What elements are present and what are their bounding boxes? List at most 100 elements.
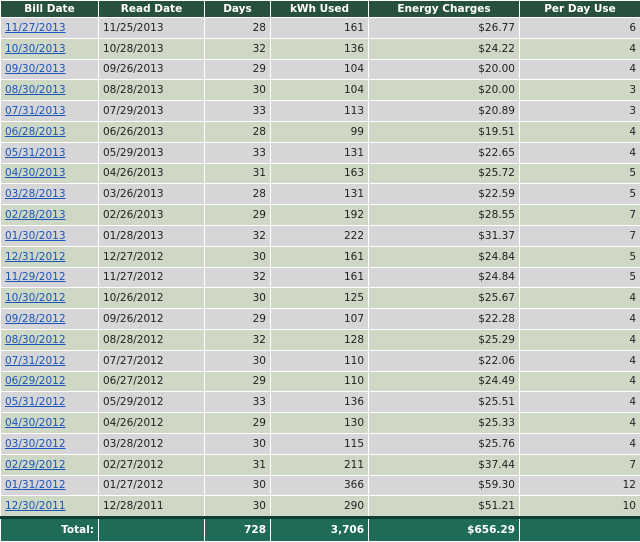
table-row: 01/30/201301/28/201332222$31.377 xyxy=(1,225,640,246)
bill-date-link[interactable]: 02/29/2012 xyxy=(5,459,66,471)
days-cell: 30 xyxy=(205,246,271,267)
kwh-cell: 115 xyxy=(271,433,369,454)
read-date-cell: 12/27/2012 xyxy=(99,246,205,267)
header-days: Days xyxy=(205,1,271,18)
bill-date-link[interactable]: 01/31/2012 xyxy=(5,479,66,491)
table-row: 01/31/201201/27/201230366$59.3012 xyxy=(1,475,640,496)
days-cell: 30 xyxy=(205,496,271,518)
read-date-cell: 10/26/2012 xyxy=(99,288,205,309)
charges-cell: $25.67 xyxy=(369,288,520,309)
bill-date-link[interactable]: 04/30/2013 xyxy=(5,167,66,179)
per-day-cell: 7 xyxy=(520,225,640,246)
bill-date-cell: 03/30/2012 xyxy=(1,433,99,454)
bill-date-cell: 05/31/2012 xyxy=(1,392,99,413)
read-date-cell: 05/29/2013 xyxy=(99,142,205,163)
table-row: 06/28/201306/26/20132899$19.514 xyxy=(1,121,640,142)
kwh-cell: 125 xyxy=(271,288,369,309)
charges-cell: $24.84 xyxy=(369,267,520,288)
days-cell: 30 xyxy=(205,433,271,454)
bill-date-link[interactable]: 10/30/2012 xyxy=(5,292,66,304)
kwh-cell: 211 xyxy=(271,454,369,475)
days-cell: 32 xyxy=(205,38,271,59)
bill-date-link[interactable]: 01/30/2013 xyxy=(5,230,66,242)
per-day-cell: 12 xyxy=(520,475,640,496)
bill-date-cell: 02/28/2013 xyxy=(1,205,99,226)
read-date-cell: 11/27/2012 xyxy=(99,267,205,288)
bill-date-cell: 01/31/2012 xyxy=(1,475,99,496)
charges-cell: $25.51 xyxy=(369,392,520,413)
bill-date-link[interactable]: 07/31/2013 xyxy=(5,105,66,117)
bill-date-link[interactable]: 11/29/2012 xyxy=(5,271,66,283)
bill-date-link[interactable]: 02/28/2013 xyxy=(5,209,66,221)
per-day-cell: 4 xyxy=(520,309,640,330)
days-cell: 30 xyxy=(205,350,271,371)
table-header: Bill Date Read Date Days kWh Used Energy… xyxy=(1,1,640,18)
table-row: 11/29/201211/27/201232161$24.845 xyxy=(1,267,640,288)
table-footer: Total: 728 3,706 $656.29 xyxy=(1,518,640,542)
read-date-cell: 01/28/2013 xyxy=(99,225,205,246)
bill-date-link[interactable]: 03/30/2012 xyxy=(5,438,66,450)
total-per-day xyxy=(520,518,640,542)
charges-cell: $24.84 xyxy=(369,246,520,267)
days-cell: 32 xyxy=(205,329,271,350)
charges-cell: $20.00 xyxy=(369,59,520,80)
bill-date-cell: 07/31/2012 xyxy=(1,350,99,371)
total-days: 728 xyxy=(205,518,271,542)
kwh-cell: 136 xyxy=(271,38,369,59)
days-cell: 29 xyxy=(205,59,271,80)
bill-date-link[interactable]: 03/28/2013 xyxy=(5,188,66,200)
bill-date-link[interactable]: 12/30/2011 xyxy=(5,500,66,512)
bill-date-link[interactable]: 10/30/2013 xyxy=(5,43,66,55)
bill-date-link[interactable]: 09/30/2013 xyxy=(5,63,66,75)
kwh-cell: 107 xyxy=(271,309,369,330)
bill-date-link[interactable]: 06/28/2013 xyxy=(5,126,66,138)
per-day-cell: 4 xyxy=(520,121,640,142)
days-cell: 31 xyxy=(205,454,271,475)
bill-date-link[interactable]: 05/31/2013 xyxy=(5,147,66,159)
bill-date-cell: 04/30/2012 xyxy=(1,413,99,434)
days-cell: 28 xyxy=(205,121,271,142)
per-day-cell: 4 xyxy=(520,350,640,371)
table-row: 05/31/201205/29/201233136$25.514 xyxy=(1,392,640,413)
read-date-cell: 11/25/2013 xyxy=(99,18,205,39)
per-day-cell: 3 xyxy=(520,101,640,122)
per-day-cell: 4 xyxy=(520,288,640,309)
bill-date-cell: 06/29/2012 xyxy=(1,371,99,392)
charges-cell: $22.59 xyxy=(369,184,520,205)
bill-date-link[interactable]: 07/31/2012 xyxy=(5,355,66,367)
days-cell: 29 xyxy=(205,371,271,392)
bill-date-cell: 10/30/2012 xyxy=(1,288,99,309)
kwh-cell: 131 xyxy=(271,184,369,205)
total-row: Total: 728 3,706 $656.29 xyxy=(1,518,640,542)
kwh-cell: 136 xyxy=(271,392,369,413)
per-day-cell: 5 xyxy=(520,267,640,288)
total-kwh: 3,706 xyxy=(271,518,369,542)
bill-date-link[interactable]: 05/31/2012 xyxy=(5,396,66,408)
table-row: 05/31/201305/29/201333131$22.654 xyxy=(1,142,640,163)
bill-date-link[interactable]: 08/30/2012 xyxy=(5,334,66,346)
bill-date-link[interactable]: 08/30/2013 xyxy=(5,84,66,96)
charges-cell: $22.06 xyxy=(369,350,520,371)
charges-cell: $26.77 xyxy=(369,18,520,39)
charges-cell: $22.65 xyxy=(369,142,520,163)
bill-date-link[interactable]: 06/29/2012 xyxy=(5,375,66,387)
days-cell: 32 xyxy=(205,267,271,288)
read-date-cell: 03/28/2012 xyxy=(99,433,205,454)
days-cell: 31 xyxy=(205,163,271,184)
kwh-cell: 128 xyxy=(271,329,369,350)
charges-cell: $25.29 xyxy=(369,329,520,350)
table-row: 07/31/201207/27/201230110$22.064 xyxy=(1,350,640,371)
header-kwh-used: kWh Used xyxy=(271,1,369,18)
charges-cell: $20.00 xyxy=(369,80,520,101)
table-row: 12/31/201212/27/201230161$24.845 xyxy=(1,246,640,267)
bill-date-link[interactable]: 04/30/2012 xyxy=(5,417,66,429)
bill-date-link[interactable]: 12/31/2012 xyxy=(5,251,66,263)
bill-date-link[interactable]: 09/28/2012 xyxy=(5,313,66,325)
per-day-cell: 5 xyxy=(520,184,640,205)
days-cell: 28 xyxy=(205,184,271,205)
days-cell: 30 xyxy=(205,80,271,101)
read-date-cell: 06/26/2013 xyxy=(99,121,205,142)
kwh-cell: 110 xyxy=(271,350,369,371)
kwh-cell: 104 xyxy=(271,80,369,101)
bill-date-link[interactable]: 11/27/2013 xyxy=(5,22,66,34)
